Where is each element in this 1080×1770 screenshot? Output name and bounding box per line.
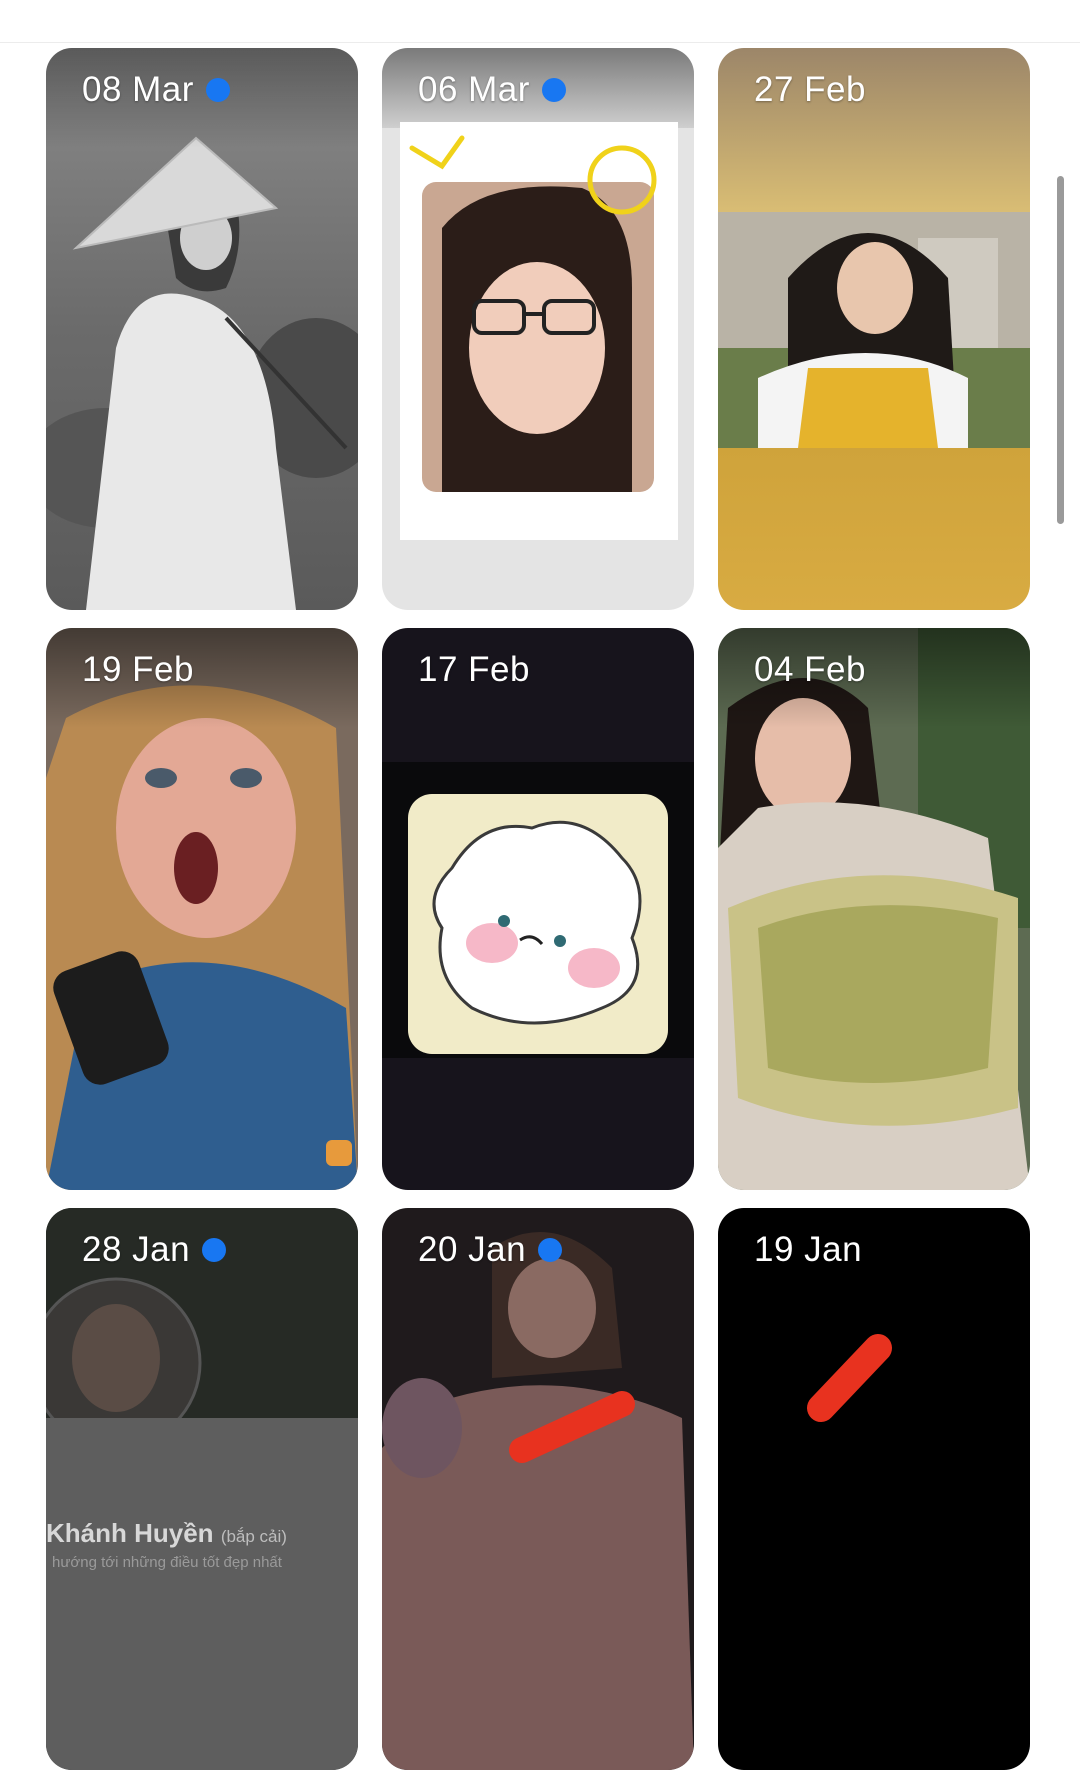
story-thumbnail [46, 48, 358, 610]
story-date: 17 Feb [418, 650, 530, 689]
story-tile-19-feb[interactable]: 19 Feb [46, 628, 358, 1190]
story-tile-27-feb[interactable]: 27 Feb [718, 48, 1030, 610]
unseen-dot [541, 78, 566, 102]
story-thumbnail [46, 628, 358, 1190]
story-thumbnail [718, 48, 1030, 610]
story-thumbnail [718, 1208, 1030, 1770]
unseen-dot [205, 78, 230, 102]
story-tile-06-mar[interactable]: 06 Mar [382, 48, 694, 610]
story-date: 08 Mar [82, 70, 230, 110]
story-archive-grid: 08 Mar 06 Mar 27 Feb 19 Feb 17 Feb 04 Fe… [46, 48, 1030, 1770]
story-date: 28 Jan [82, 1230, 227, 1270]
story-tile-28-jan[interactable]: Khánh Huyền (bắp cải) hướng tới những đi… [46, 1208, 358, 1770]
story-date: 27 Feb [754, 70, 866, 109]
story-date: 04 Feb [754, 650, 866, 689]
unseen-dot [538, 1238, 563, 1262]
story-thumbnail [382, 48, 694, 610]
story-date: 06 Mar [418, 70, 566, 110]
story-tile-19-jan[interactable]: 19 Jan [718, 1208, 1030, 1770]
story-tile-17-feb[interactable]: 17 Feb [382, 628, 694, 1190]
story-date: 19 Jan [754, 1230, 863, 1269]
profile-name: Khánh Huyền (bắp cải) [46, 1518, 287, 1548]
scrollbar-thumb[interactable] [1057, 176, 1064, 524]
story-date: 19 Feb [82, 650, 194, 689]
story-thumbnail [46, 1208, 358, 1770]
story-tile-04-feb[interactable]: 04 Feb [718, 628, 1030, 1190]
story-thumbnail [718, 628, 1030, 1190]
profile-nickname: (bắp cải) [220, 1527, 287, 1546]
unseen-dot [202, 1238, 227, 1262]
story-date: 20 Jan [418, 1230, 563, 1270]
top-bar [0, 0, 1080, 43]
story-thumbnail [382, 628, 694, 1190]
story-tile-08-mar[interactable]: 08 Mar [46, 48, 358, 610]
story-thumbnail [382, 1208, 694, 1770]
story-tile-20-jan[interactable]: 20 Jan [382, 1208, 694, 1770]
profile-subtitle: hướng tới những điều tốt đẹp nhất [52, 1554, 282, 1571]
